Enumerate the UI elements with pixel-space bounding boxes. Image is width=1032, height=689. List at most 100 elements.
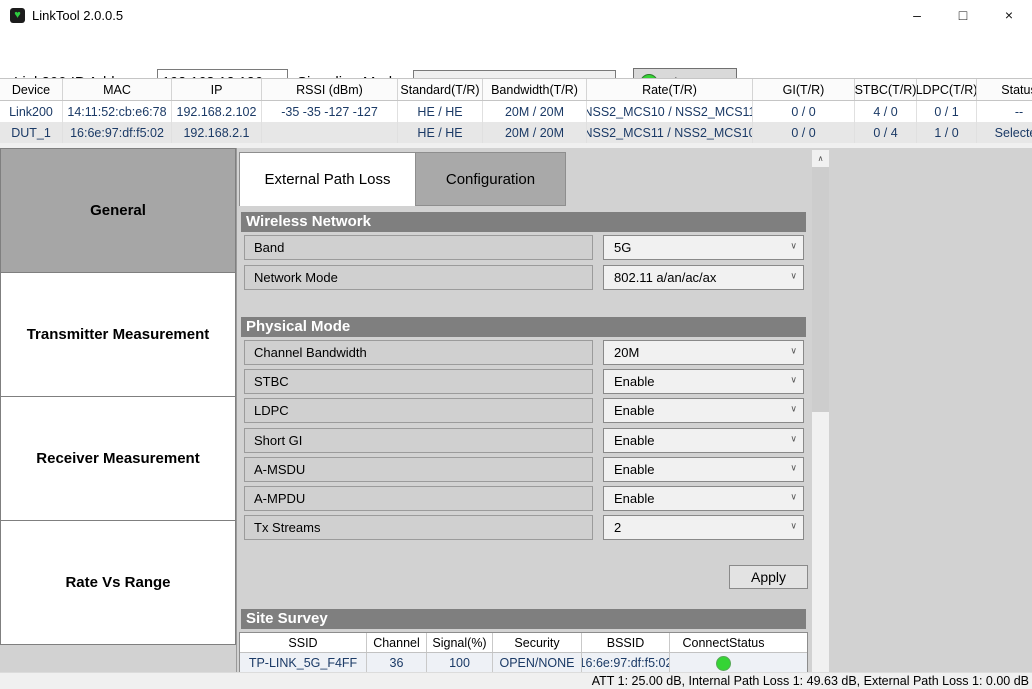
band-value: 5G (614, 240, 631, 255)
cell: 14:11:52:cb:e6:78 (63, 101, 172, 122)
app-icon: ♥ (10, 8, 25, 23)
col-stbc: STBC(T/R) (855, 79, 917, 100)
band-dropdown[interactable]: 5G ∨ (603, 235, 804, 260)
col-rate: Rate(T/R) (587, 79, 753, 100)
chevron-down-icon: ∨ (790, 514, 797, 537)
ldpc-row: LDPC Enable ∨ (237, 398, 812, 424)
site-survey-table: SSID Channel Signal(%) Security BSSID Co… (239, 632, 808, 672)
device-table: Device MAC IP RSSI (dBm) Standard(T/R) B… (0, 78, 1032, 148)
channel-bandwidth-row: Channel Bandwidth 20M ∨ (237, 340, 812, 366)
cell: Selected (977, 122, 1032, 143)
cell: 0 / 1 (917, 101, 977, 122)
sidebar: General Transmitter Measurement Receiver… (0, 148, 236, 645)
band-label: Band (244, 235, 593, 260)
scroll-up-icon[interactable]: ∧ (812, 150, 829, 167)
col-standard: Standard(T/R) (398, 79, 483, 100)
ampdu-value: Enable (614, 491, 654, 506)
chevron-down-icon: ∨ (790, 456, 797, 479)
col-ssid: SSID (240, 633, 367, 652)
device-table-header: Device MAC IP RSSI (dBm) Standard(T/R) B… (0, 79, 1032, 101)
short-gi-dropdown[interactable]: Enable ∨ (603, 428, 804, 453)
site-survey-header: Site Survey (241, 609, 806, 629)
minimize-button[interactable]: – (894, 0, 940, 30)
tab-configuration[interactable]: Configuration (416, 152, 566, 206)
chevron-down-icon: ∨ (790, 368, 797, 391)
status-text: ATT 1: 25.00 dB, Internal Path Loss 1: 4… (592, 674, 1029, 688)
stbc-value: Enable (614, 374, 654, 389)
cell: 192.168.2.1 (172, 122, 262, 143)
cell (262, 122, 398, 143)
sidebar-item-transmitter-measurement[interactable]: Transmitter Measurement (0, 272, 236, 397)
network-mode-value: 802.11 a/an/ac/ax (614, 270, 716, 285)
cell-bssid: 16:6e:97:df:f5:02 (582, 653, 670, 672)
chevron-down-icon: ∨ (790, 485, 797, 508)
cell: DUT_1 (0, 122, 63, 143)
cell: NSS2_MCS11 / NSS2_MCS10 (587, 122, 753, 143)
cell: HE / HE (398, 101, 483, 122)
cell: 20M / 20M (483, 101, 587, 122)
cell: 4 / 0 (855, 101, 917, 122)
stbc-dropdown[interactable]: Enable ∨ (603, 369, 804, 394)
vertical-scrollbar[interactable]: ∧ (812, 150, 829, 672)
cell-security: OPEN/NONE (493, 653, 582, 672)
ldpc-label: LDPC (244, 398, 593, 423)
col-bssid: BSSID (582, 633, 670, 652)
main-panel: External Path Loss Configuration Wireles… (236, 148, 1032, 672)
col-channel: Channel (367, 633, 427, 652)
tx-streams-dropdown[interactable]: 2 ∨ (603, 515, 804, 540)
ampdu-label: A-MPDU (244, 486, 593, 511)
ldpc-value: Enable (614, 403, 654, 418)
tx-streams-value: 2 (614, 520, 621, 535)
toolbar: Link200 IP Address Signaling Mode STA ∨ … (0, 30, 1032, 78)
cell-ssid: TP-LINK_5G_F4FF (240, 653, 367, 672)
window-controls: – □ × (894, 0, 1032, 30)
chevron-down-icon: ∨ (790, 427, 797, 450)
cell: 0 / 0 (753, 122, 855, 143)
col-connect-status: ConnectStatus (670, 633, 777, 652)
site-survey-row[interactable]: TP-LINK_5G_F4FF 36 100 OPEN/NONE 16:6e:9… (240, 653, 807, 672)
ampdu-dropdown[interactable]: Enable ∨ (603, 486, 804, 511)
short-gi-row: Short GI Enable ∨ (237, 428, 812, 454)
table-row-dut1[interactable]: DUT_1 16:6e:97:df:f5:02 192.168.2.1 HE /… (0, 122, 1032, 143)
cell: Link200 (0, 101, 63, 122)
sidebar-item-general[interactable]: General (0, 148, 236, 273)
amsdu-value: Enable (614, 462, 654, 477)
cell: 0 / 0 (753, 101, 855, 122)
col-mac: MAC (63, 79, 172, 100)
cell-signal: 100 (427, 653, 493, 672)
short-gi-value: Enable (614, 433, 654, 448)
col-security: Security (493, 633, 582, 652)
close-button[interactable]: × (986, 0, 1032, 30)
cell: -35 -35 -127 -127 (262, 101, 398, 122)
wireless-network-header: Wireless Network (241, 212, 806, 232)
ldpc-dropdown[interactable]: Enable ∨ (603, 398, 804, 423)
band-row: Band 5G ∨ (237, 235, 812, 261)
stbc-label: STBC (244, 369, 593, 394)
cell-channel: 36 (367, 653, 427, 672)
chevron-down-icon: ∨ (790, 264, 797, 287)
sidebar-item-receiver-measurement[interactable]: Receiver Measurement (0, 396, 236, 521)
amsdu-dropdown[interactable]: Enable ∨ (603, 457, 804, 482)
col-ip: IP (172, 79, 262, 100)
col-gi: GI(T/R) (753, 79, 855, 100)
tab-external-path-loss[interactable]: External Path Loss (239, 152, 416, 206)
title-bar: ♥ LinkTool 2.0.0.5 – □ × (0, 0, 1032, 30)
cell: 192.168.2.102 (172, 101, 262, 122)
tx-streams-label: Tx Streams (244, 515, 593, 540)
col-rssi: RSSI (dBm) (262, 79, 398, 100)
network-mode-label: Network Mode (244, 265, 593, 290)
table-row-link200[interactable]: Link200 14:11:52:cb:e6:78 192.168.2.102 … (0, 101, 1032, 122)
cell-connect-status (670, 653, 777, 672)
network-mode-row: Network Mode 802.11 a/an/ac/ax ∨ (237, 265, 812, 291)
scrollbar-thumb[interactable] (812, 167, 829, 412)
physical-mode-header: Physical Mode (241, 317, 806, 337)
site-survey-table-header: SSID Channel Signal(%) Security BSSID Co… (240, 633, 807, 653)
channel-bandwidth-dropdown[interactable]: 20M ∨ (603, 340, 804, 365)
amsdu-label: A-MSDU (244, 457, 593, 482)
maximize-button[interactable]: □ (940, 0, 986, 30)
status-bar: ATT 1: 25.00 dB, Internal Path Loss 1: 4… (0, 672, 1032, 689)
sidebar-item-rate-vs-range[interactable]: Rate Vs Range (0, 520, 236, 645)
apply-button[interactable]: Apply (729, 565, 808, 589)
network-mode-dropdown[interactable]: 802.11 a/an/ac/ax ∨ (603, 265, 804, 290)
cell: -- (977, 101, 1032, 122)
